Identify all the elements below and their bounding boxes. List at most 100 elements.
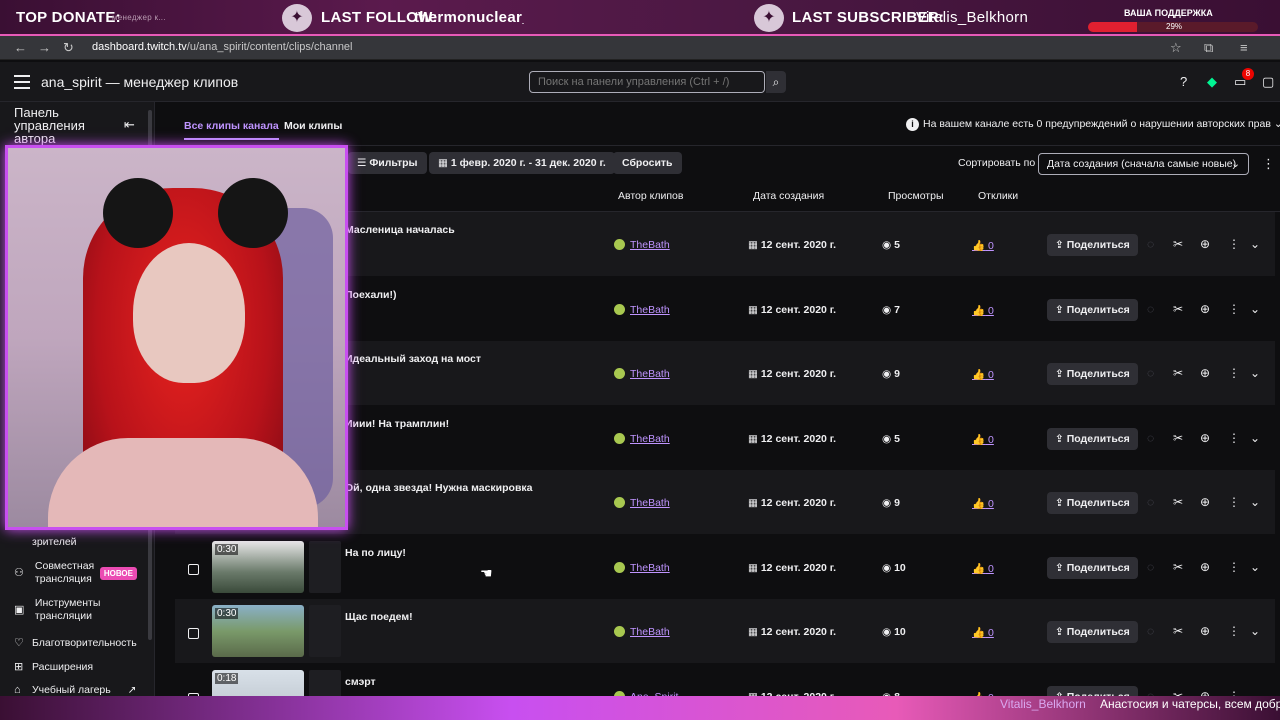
add-icon[interactable]: ⊕ [1200,560,1210,574]
tab-all-clips[interactable]: Все клипы канала [184,120,279,140]
clip-title[interactable]: Поехали!) [345,289,396,301]
sidebar-item-charity[interactable]: ♡ Благотворительность [14,636,137,649]
clip-author[interactable]: TheBath [614,303,670,316]
clip-author[interactable]: TheBath [614,239,670,251]
thumbs-up-icon: 👍 [972,433,986,446]
chevron-down-icon[interactable]: ⌄ [1250,431,1260,445]
table-scrollbar[interactable] [1276,212,1280,712]
column-author[interactable]: Автор клипов [618,190,683,202]
share-button[interactable]: ⇪ Поделиться [1047,492,1138,514]
reload-icon[interactable]: ↻ [63,40,74,56]
clip-title[interactable]: Ииии! На трамплин! [345,418,449,430]
add-icon[interactable]: ⊕ [1200,495,1210,509]
scissors-icon[interactable]: ✂ [1173,495,1183,509]
forward-icon[interactable]: → [38,40,51,55]
share-button[interactable]: ⇪ Поделиться [1047,234,1138,256]
share-icon: ⇪ [1055,432,1064,445]
date-range-button[interactable]: ▦ 1 февр. 2020 г. - 31 дек. 2020 г. [429,152,615,174]
chevron-down-icon[interactable]: ⌄ [1250,624,1260,638]
more-options-icon[interactable]: ⋮ [1228,624,1240,638]
chat-icon[interactable]: ▢ [1262,74,1274,90]
clip-title[interactable]: Масленица началась [345,224,455,236]
share-button[interactable]: ⇪ Поделиться [1047,621,1138,643]
chevron-down-icon[interactable]: ⌄ [1250,560,1260,574]
clip-author[interactable]: TheBath [614,626,670,638]
clip-likes[interactable]: 👍 0 [972,497,994,510]
clip-title[interactable]: смэрт [345,676,376,688]
reset-button[interactable]: Сбросить [613,152,682,174]
more-options-icon[interactable]: ⋮ [1228,237,1240,251]
clip-thumbnail-vertical[interactable] [309,540,341,593]
add-icon[interactable]: ⊕ [1200,624,1210,638]
bits-icon[interactable]: ◆ [1207,74,1217,90]
add-icon[interactable]: ⊕ [1200,431,1210,445]
clip-likes[interactable]: 👍 0 [972,562,994,575]
column-date[interactable]: Дата создания [753,190,824,202]
sidebar-item-bootcamp[interactable]: ⌂ Учебный лагерь ↗ [14,684,136,696]
more-options-icon[interactable]: ⋮ [1228,495,1240,509]
more-options-icon[interactable]: ⋮ [1228,302,1240,316]
row-checkbox[interactable] [188,563,199,575]
more-options-icon[interactable]: ⋮ [1262,156,1275,172]
sidebar-item-tools[interactable]: ▣ Инструменты трансляции [14,597,115,623]
search-icon[interactable]: ⌕ [766,71,786,93]
collapse-icon[interactable]: ⇤ [124,117,135,133]
row-checkbox[interactable] [188,628,199,639]
column-responses[interactable]: Отклики [978,190,1018,202]
sidebar-item-viewers[interactable]: зрителей [32,536,77,548]
copyright-notice[interactable]: i На вашем канале есть 0 предупреждений о… [906,118,1280,131]
sidebar-item-collab[interactable]: ⚇ Совместная трансляция НОВОЕ [14,560,137,586]
clip-author[interactable]: TheBath [614,432,670,445]
filters-button[interactable]: ☰ Фильтры [348,152,427,174]
address-bar[interactable]: dashboard.twitch.tv/u/ana_spirit/content… [92,41,353,53]
scissors-icon[interactable]: ✂ [1173,560,1183,574]
scissors-icon[interactable]: ✂ [1173,366,1183,380]
more-options-icon[interactable]: ⋮ [1228,366,1240,380]
clip-title[interactable]: Щас поедем! [345,611,413,623]
share-button[interactable]: ⇪ Поделиться [1047,556,1138,579]
add-icon[interactable]: ⊕ [1200,366,1210,380]
clip-likes[interactable]: 👍 0 [972,368,994,381]
more-options-icon[interactable]: ⋮ [1228,431,1240,445]
chevron-down-icon[interactable]: ⌄ [1250,237,1260,251]
thumbs-up-icon: 👍 [972,627,986,639]
clip-likes[interactable]: 👍 0 [972,626,994,639]
clip-thumbnail[interactable]: 0:30 [212,605,304,657]
share-button[interactable]: ⇪ Поделиться [1047,363,1138,385]
clip-title[interactable]: На по лицу! [345,547,406,559]
scissors-icon[interactable]: ✂ [1173,237,1183,251]
clip-author[interactable]: TheBath [614,368,670,380]
hamburger-icon[interactable] [14,75,30,89]
scissors-icon[interactable]: ✂ [1173,624,1183,638]
new-badge: НОВОЕ [99,566,137,580]
column-views[interactable]: Просмотры [888,190,944,202]
add-icon[interactable]: ⊕ [1200,302,1210,316]
extensions-icon[interactable]: ⧉ [1204,40,1213,56]
tab-my-clips[interactable]: Мои клипы [284,120,342,132]
chevron-down-icon[interactable]: ⌄ [1250,302,1260,316]
more-options-icon[interactable]: ⋮ [1228,560,1240,574]
share-button[interactable]: ⇪ Поделиться [1047,298,1138,321]
menu-icon[interactable]: ≡ [1240,40,1248,55]
back-icon[interactable]: ← [14,40,27,55]
add-icon[interactable]: ⊕ [1200,237,1210,251]
chevron-down-icon[interactable]: ⌄ [1250,366,1260,380]
clip-likes[interactable]: 👍 0 [972,433,994,446]
clip-likes[interactable]: 👍 0 [972,304,994,317]
search-input[interactable] [529,71,765,93]
scissors-icon[interactable]: ✂ [1173,302,1183,316]
bookmark-star-icon[interactable]: ☆ [1170,40,1182,56]
share-button[interactable]: ⇪ Поделиться [1047,427,1138,450]
clip-title[interactable]: Идеальный заход на мост [345,353,481,365]
scissors-icon[interactable]: ✂ [1173,431,1183,445]
sort-select[interactable]: Дата создания (сначала самые новые) ⌄ [1038,153,1249,175]
sidebar-item-extensions[interactable]: ⊞ Расширения [14,660,93,673]
clip-title[interactable]: Ой, одна звезда! Нужна маскировка [345,482,533,494]
clip-thumbnail-vertical[interactable] [309,605,341,657]
help-icon[interactable]: ? [1180,74,1187,89]
clip-author[interactable]: TheBath [614,561,670,574]
clip-thumbnail[interactable]: 0:30 [212,540,304,593]
clip-author[interactable]: TheBath [614,497,670,509]
chevron-down-icon[interactable]: ⌄ [1250,495,1260,509]
clip-likes[interactable]: 👍 0 [972,239,994,252]
